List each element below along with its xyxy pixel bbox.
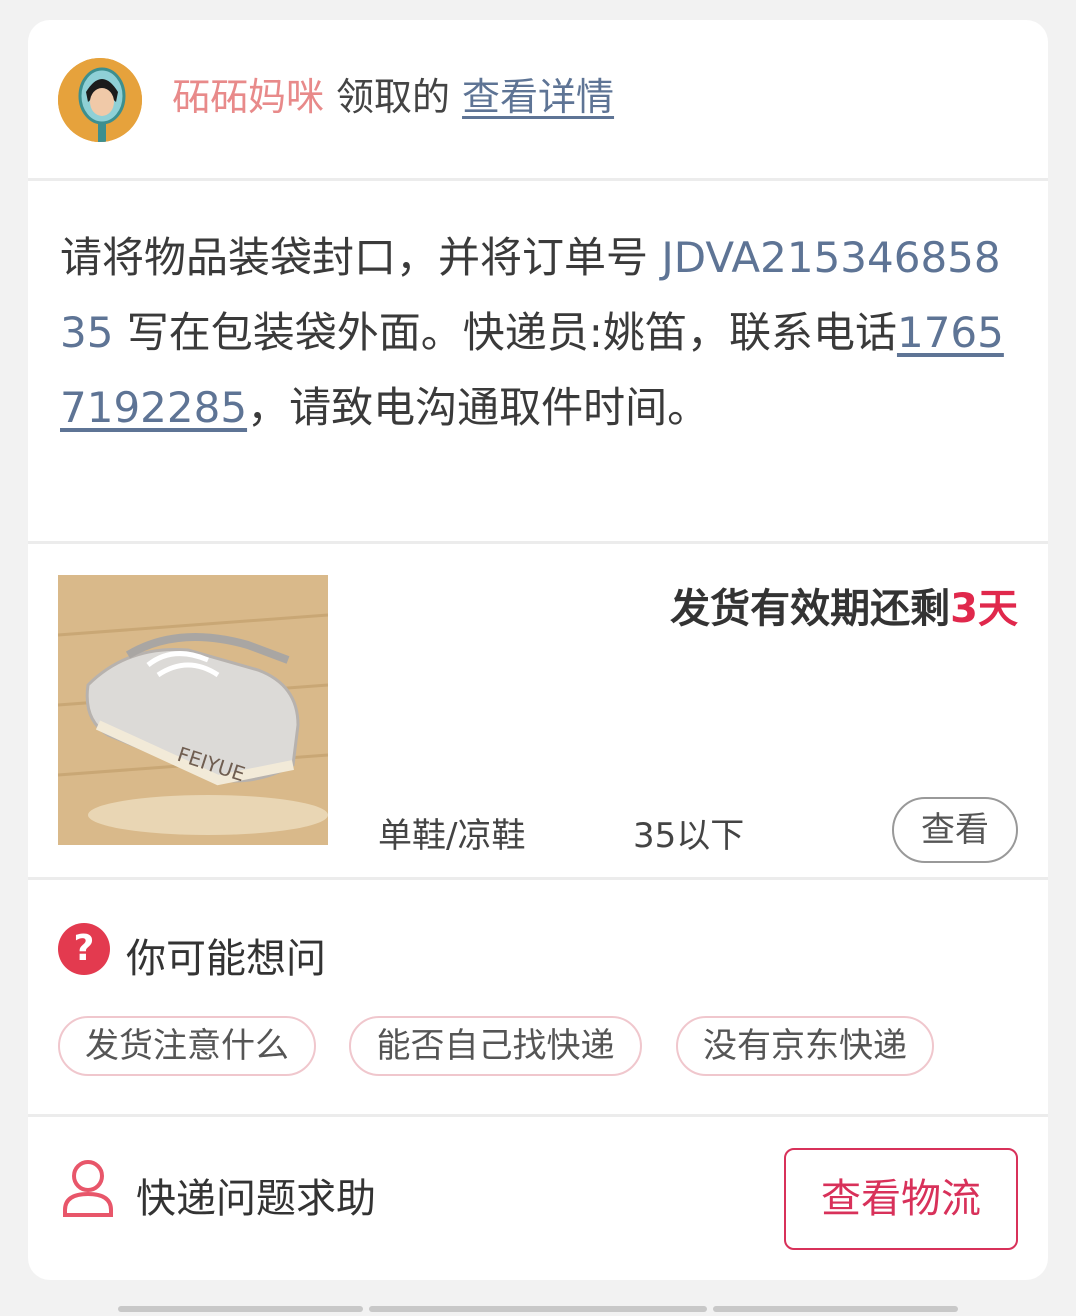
instruction-suffix: ，请致电沟通取件时间。 (247, 383, 710, 432)
scroll-indicator (369, 1306, 707, 1312)
deadline-label: 发货有效期还剩 (670, 586, 951, 632)
divider (28, 877, 1048, 880)
packing-instruction: 请将物品装袋封口，并将订单号 JDVA21534685835 写在包装袋外面。快… (60, 220, 1020, 445)
courier-help-link[interactable]: 快递问题求助 (136, 1166, 376, 1224)
deadline-days: 3天 (950, 586, 1018, 632)
view-item-button[interactable]: 查看 (892, 797, 1018, 863)
instruction-prefix: 请将物品装袋封口，并将订单号 (60, 233, 662, 282)
shipping-deadline: 发货有效期还剩3天 (670, 576, 1018, 634)
faq-chip[interactable]: 发货注意什么 (58, 1016, 316, 1076)
scroll-indicator (713, 1306, 958, 1312)
item-size: 35以下 (633, 816, 745, 856)
avatar[interactable] (58, 58, 142, 142)
order-card: 砳砳妈咪 领取的 查看详情 请将物品装袋封口，并将订单号 JDVA215346858… (28, 20, 1048, 1280)
card-header: 砳砳妈咪 领取的 查看详情 (28, 20, 1048, 180)
divider (28, 1114, 1048, 1117)
header-line: 砳砳妈咪 领取的 查看详情 (172, 70, 614, 124)
person-icon (60, 1158, 116, 1218)
item-photo[interactable]: FEIYUE (58, 575, 328, 845)
divider (28, 178, 1048, 181)
instruction-middle: 写在包装袋外面。快递员:姚笛，联系电话 (113, 308, 897, 357)
view-details-link[interactable]: 查看详情 (462, 75, 614, 119)
item-category: 单鞋/凉鞋 (378, 816, 526, 856)
divider (28, 541, 1048, 544)
faq-chip[interactable]: 没有京东快递 (676, 1016, 934, 1076)
question-icon: ? (58, 923, 110, 975)
scroll-indicator (118, 1306, 363, 1312)
claim-verb: 领取的 (336, 75, 451, 119)
faq-title: 你可能想问 (126, 936, 326, 982)
faq-chip[interactable]: 能否自己找快递 (349, 1016, 642, 1076)
view-logistics-button[interactable]: 查看物流 (784, 1148, 1018, 1250)
nickname: 砳砳妈咪 (172, 75, 325, 119)
